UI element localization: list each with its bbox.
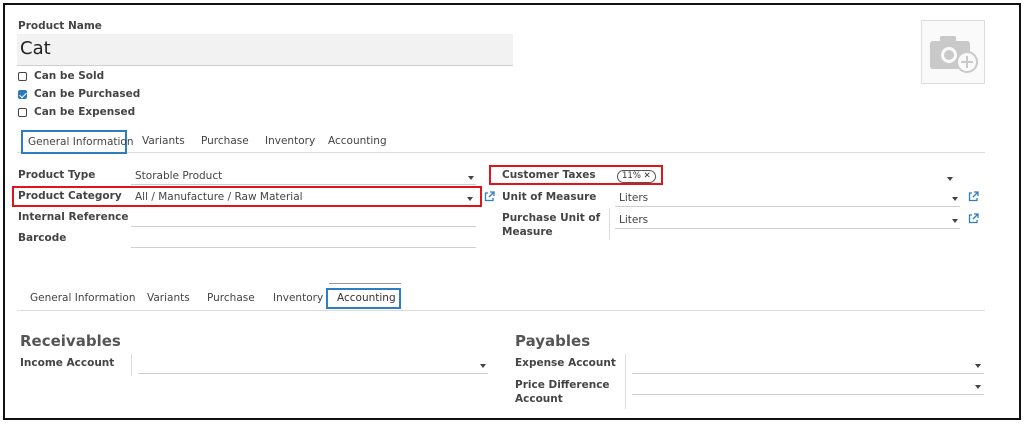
customer-taxes-label: Customer Taxes	[502, 169, 596, 181]
barcode-label: Barcode	[18, 232, 67, 244]
purchase-uom-divider	[609, 208, 610, 240]
product-name-label: Product Name	[18, 20, 102, 32]
can-be-purchased-checkbox[interactable]	[18, 90, 27, 99]
tab2-general-information[interactable]: General Information	[30, 292, 136, 304]
customer-taxes-dropdown-icon[interactable]	[947, 177, 953, 181]
price-difference-label-line1: Price Difference	[515, 379, 610, 391]
tab-purchase[interactable]: Purchase	[201, 135, 249, 147]
barcode-input[interactable]	[131, 229, 476, 248]
product-type-dropdown-icon[interactable]	[468, 176, 474, 180]
external-link-icon[interactable]	[484, 191, 495, 202]
purchase-uom-select[interactable]	[615, 210, 960, 229]
unit-of-measure-label: Unit of Measure	[502, 191, 597, 203]
expense-account-dropdown-icon[interactable]	[975, 364, 981, 368]
tab2-inventory[interactable]: Inventory	[273, 292, 323, 304]
product-name-field[interactable]: Cat	[17, 34, 513, 66]
active-tab-top-border	[329, 283, 401, 284]
product-image[interactable]	[921, 20, 985, 84]
income-account-label: Income Account	[20, 357, 115, 369]
purchase-uom-value: Liters	[619, 214, 649, 226]
can-be-expensed-checkbox[interactable]	[18, 108, 27, 117]
can-be-expensed-label: Can be Expensed	[34, 106, 136, 118]
customer-taxes-tag-label: 11%	[622, 171, 641, 181]
price-difference-account-select[interactable]	[632, 376, 984, 395]
tab-general-information[interactable]: General Information	[28, 136, 134, 148]
can-be-purchased-label: Can be Purchased	[34, 88, 141, 100]
internal-reference-label: Internal Reference	[18, 211, 129, 223]
product-name-value: Cat	[20, 38, 51, 59]
unit-of-measure-dropdown-icon[interactable]	[952, 197, 958, 201]
product-category-dropdown-icon[interactable]	[467, 197, 473, 201]
bottom-tabs-divider	[17, 310, 985, 311]
purchase-uom-label-line1: Purchase Unit of	[502, 212, 601, 224]
expense-account-label: Expense Account	[515, 357, 616, 369]
receivables-heading: Receivables	[20, 332, 121, 350]
tab2-accounting[interactable]: Accounting	[337, 292, 396, 304]
price-difference-label-line2: Account	[515, 393, 563, 405]
price-difference-dropdown-icon[interactable]	[975, 385, 981, 389]
income-account-divider	[131, 354, 132, 376]
can-be-sold-label: Can be Sold	[34, 70, 105, 82]
unit-of-measure-select[interactable]	[615, 188, 960, 207]
income-account-select[interactable]	[138, 355, 488, 374]
top-tabs-divider	[17, 152, 985, 153]
tab-inventory[interactable]: Inventory	[265, 135, 315, 147]
expense-account-select[interactable]	[632, 355, 984, 374]
remove-tag-icon[interactable]: ✕	[644, 171, 651, 181]
payables-divider	[625, 354, 626, 409]
income-account-dropdown-icon[interactable]	[480, 364, 486, 368]
purchase-uom-external-link-icon[interactable]	[968, 213, 979, 224]
tab-variants[interactable]: Variants	[142, 135, 185, 147]
tab-accounting[interactable]: Accounting	[328, 135, 387, 147]
customer-taxes-tag[interactable]: 11% ✕	[617, 170, 656, 183]
unit-of-measure-value: Liters	[619, 192, 649, 204]
tab2-purchase[interactable]: Purchase	[207, 292, 255, 304]
product-type-select[interactable]	[131, 166, 476, 185]
purchase-uom-dropdown-icon[interactable]	[952, 219, 958, 223]
payables-heading: Payables	[515, 332, 591, 350]
camera-plus-icon	[930, 36, 978, 73]
tab2-variants[interactable]: Variants	[147, 292, 190, 304]
product-category-value: All / Manufacture / Raw Material	[135, 191, 303, 203]
can-be-sold-checkbox[interactable]	[18, 72, 27, 81]
internal-reference-input[interactable]	[131, 208, 476, 227]
purchase-uom-label-line2: Measure	[502, 226, 553, 238]
unit-of-measure-external-link-icon[interactable]	[968, 191, 979, 202]
product-category-label: Product Category	[18, 190, 122, 202]
product-type-label: Product Type	[18, 169, 96, 181]
